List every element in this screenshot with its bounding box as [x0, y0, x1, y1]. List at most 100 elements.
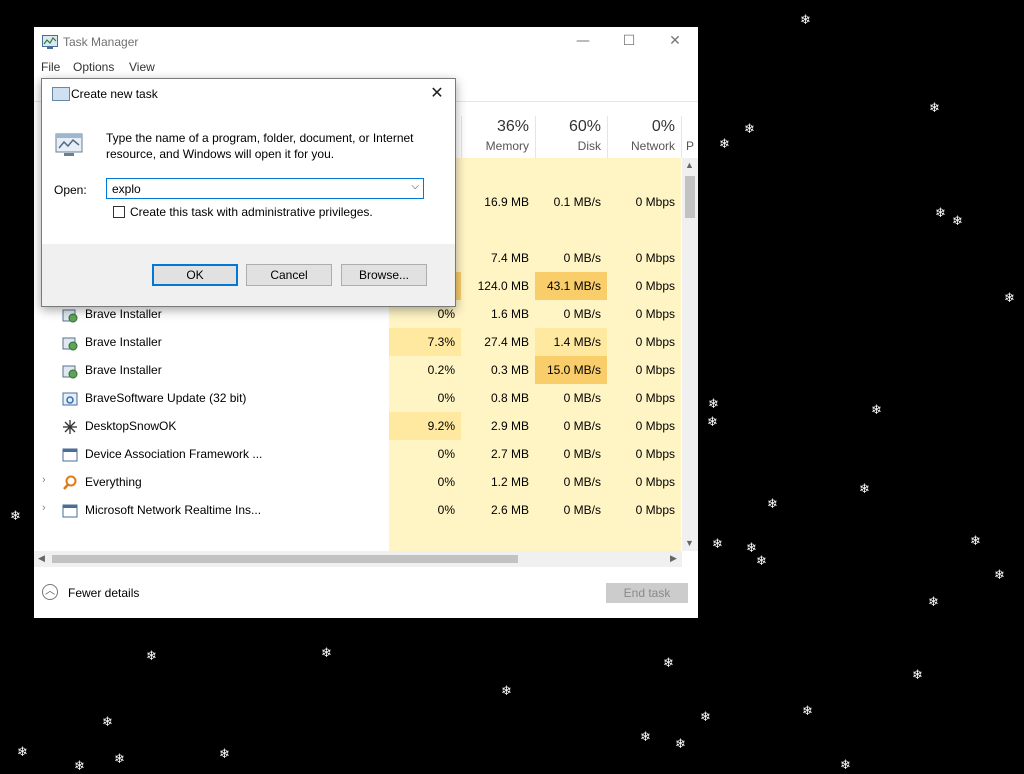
- fewer-details-link[interactable]: Fewer details: [68, 586, 139, 600]
- cpu-cell: 0%: [437, 475, 455, 489]
- app-icon: [62, 448, 78, 462]
- menu-view[interactable]: View: [129, 60, 155, 74]
- network-cell: 0 Mbps: [635, 391, 675, 405]
- scroll-up-icon[interactable]: ▲: [685, 160, 694, 170]
- process-name: Brave Installer: [85, 363, 162, 377]
- memory-cell: 0.8 MB: [490, 391, 529, 405]
- disk-cell: 0 MB/s: [563, 419, 601, 433]
- snowflake-icon: ❄: [756, 554, 767, 569]
- browse-button[interactable]: Browse...: [341, 264, 427, 286]
- table-row[interactable]: Brave Installer 0.2% 0.3 MB 15.0 MB/s 0 Mbps: [34, 356, 684, 384]
- chevron-up-icon[interactable]: ︿: [42, 584, 58, 600]
- end-task-button[interactable]: End task: [606, 583, 688, 603]
- expand-chevron-icon[interactable]: ›: [42, 474, 46, 486]
- run-icon: [52, 87, 70, 101]
- network-cell: [607, 216, 681, 244]
- column-header-network[interactable]: 0% Network: [607, 116, 681, 158]
- disk-cell: 0.1 MB/s: [553, 195, 601, 209]
- network-cell: 0 Mbps: [635, 503, 675, 517]
- network-cell: 0 Mbps: [635, 419, 675, 433]
- disk-cell: 0 MB/s: [563, 307, 601, 321]
- open-combobox[interactable]: explo ⌵: [106, 178, 424, 199]
- table-row[interactable]: BraveSoftware Update (32 bit) 0% 0.8 MB 0 M…: [34, 384, 684, 412]
- column-header-disk[interactable]: 60% Disk: [535, 116, 607, 158]
- snowflake-icon: ❄: [501, 684, 512, 699]
- scroll-right-icon[interactable]: ▶: [670, 553, 677, 564]
- process-name: Brave Installer: [85, 307, 162, 321]
- memory-cell: 7.4 MB: [490, 251, 529, 265]
- vertical-scrollbar[interactable]: ▲ ▼: [682, 158, 698, 551]
- snowflake-icon: ❄: [928, 595, 939, 610]
- maximize-icon[interactable]: ☐: [606, 27, 652, 57]
- snowflake-icon: ❄: [114, 752, 125, 767]
- admin-privileges-checkbox[interactable]: [113, 206, 125, 218]
- column-header-power[interactable]: P: [681, 116, 699, 158]
- snowflake-icon: ❄: [17, 745, 28, 760]
- network-cell: 0 Mbps: [635, 195, 675, 209]
- scroll-down-icon[interactable]: ▼: [685, 538, 694, 548]
- process-name: Brave Installer: [85, 335, 162, 349]
- table-row[interactable]: DesktopSnowOK 9.2% 2.9 MB 0 MB/s 0 Mbps: [34, 412, 684, 440]
- snowflake-icon: ❄: [970, 534, 981, 549]
- table-row[interactable]: Device Association Framework ... 0% 2.7 MB…: [34, 440, 684, 468]
- scroll-left-icon[interactable]: ◀: [38, 553, 45, 564]
- admin-privileges-label[interactable]: Create this task with administrative pri…: [130, 205, 373, 219]
- snowflake-icon: ❄: [744, 122, 755, 137]
- horizontal-scrollbar[interactable]: ◀ ▶: [34, 551, 682, 567]
- cancel-button[interactable]: Cancel: [246, 264, 332, 286]
- disk-cell: [535, 160, 607, 188]
- installer-icon: [62, 365, 78, 379]
- magnifier-icon: [63, 475, 77, 490]
- table-row[interactable]: Brave Installer 7.3% 27.4 MB 1.4 MB/s 0 Mbps: [34, 328, 684, 356]
- process-name: Everything: [85, 475, 142, 489]
- cpu-cell: 0.2%: [427, 363, 455, 377]
- memory-cell: 0.3 MB: [490, 363, 529, 377]
- disk-cell: 0 MB/s: [563, 251, 601, 265]
- snowflake-icon: ❄: [952, 214, 963, 229]
- snowflake-icon: ❄: [712, 537, 723, 552]
- disk-cell: 0 MB/s: [563, 447, 601, 461]
- memory-cell: 1.6 MB: [490, 307, 529, 321]
- memory-label: Memory: [485, 139, 529, 153]
- minimize-icon[interactable]: —: [560, 27, 606, 57]
- close-icon[interactable]: ✕: [652, 27, 698, 57]
- open-input[interactable]: explo: [112, 182, 141, 196]
- open-label: Open:: [54, 183, 87, 197]
- ok-button[interactable]: OK: [152, 264, 238, 286]
- network-cell: 0 Mbps: [635, 279, 675, 293]
- disk-cell: 43.1 MB/s: [535, 272, 607, 300]
- network-cell: [607, 160, 681, 188]
- table-row[interactable]: › Everything 0% 1.2 MB 0 MB/s 0 Mbps: [34, 468, 684, 496]
- process-name: Device Association Framework ...: [85, 447, 263, 461]
- close-icon[interactable]: ✕: [423, 81, 451, 105]
- column-header-memory[interactable]: 36% Memory: [461, 116, 535, 158]
- cpu-cell: 0%: [437, 391, 455, 405]
- snowflake-icon: ❄: [675, 737, 686, 752]
- process-name: BraveSoftware Update (32 bit): [85, 391, 247, 405]
- vertical-scroll-thumb[interactable]: [685, 176, 695, 218]
- title-bar[interactable]: Task Manager — ☐ ✕: [34, 27, 698, 57]
- cpu-cell: 0%: [437, 503, 455, 517]
- snowflake-icon: ❄: [840, 758, 851, 773]
- network-cell: 0 Mbps: [635, 475, 675, 489]
- network-cell: 0 Mbps: [635, 447, 675, 461]
- disk-cell: 0 MB/s: [563, 391, 601, 405]
- footer: ︿ Fewer details End task: [34, 567, 698, 618]
- chevron-down-icon[interactable]: ⌵: [411, 181, 419, 192]
- memory-cell: 2.6 MB: [490, 503, 529, 517]
- snowflake-icon: ❄: [935, 206, 946, 221]
- snowflake-icon: ❄: [640, 730, 651, 745]
- snowflake-icon: ❄: [74, 759, 85, 774]
- memory-cell: [461, 160, 535, 188]
- disk-cell: 1.4 MB/s: [535, 328, 607, 356]
- menu-file[interactable]: File: [41, 60, 60, 74]
- memory-cell: 16.9 MB: [484, 195, 529, 209]
- network-cell: 0 Mbps: [635, 307, 675, 321]
- horizontal-scroll-thumb[interactable]: [52, 555, 518, 563]
- expand-chevron-icon[interactable]: ›: [42, 502, 46, 514]
- snowflake-icon: ❄: [707, 415, 718, 430]
- snowflake-icon: ❄: [663, 656, 674, 671]
- menu-options[interactable]: Options: [73, 60, 114, 74]
- table-row[interactable]: › Microsoft Network Realtime Ins... 0% 2.6 …: [34, 496, 684, 524]
- create-new-task-dialog[interactable]: Create new task ✕ Type the name of a pro…: [41, 78, 456, 307]
